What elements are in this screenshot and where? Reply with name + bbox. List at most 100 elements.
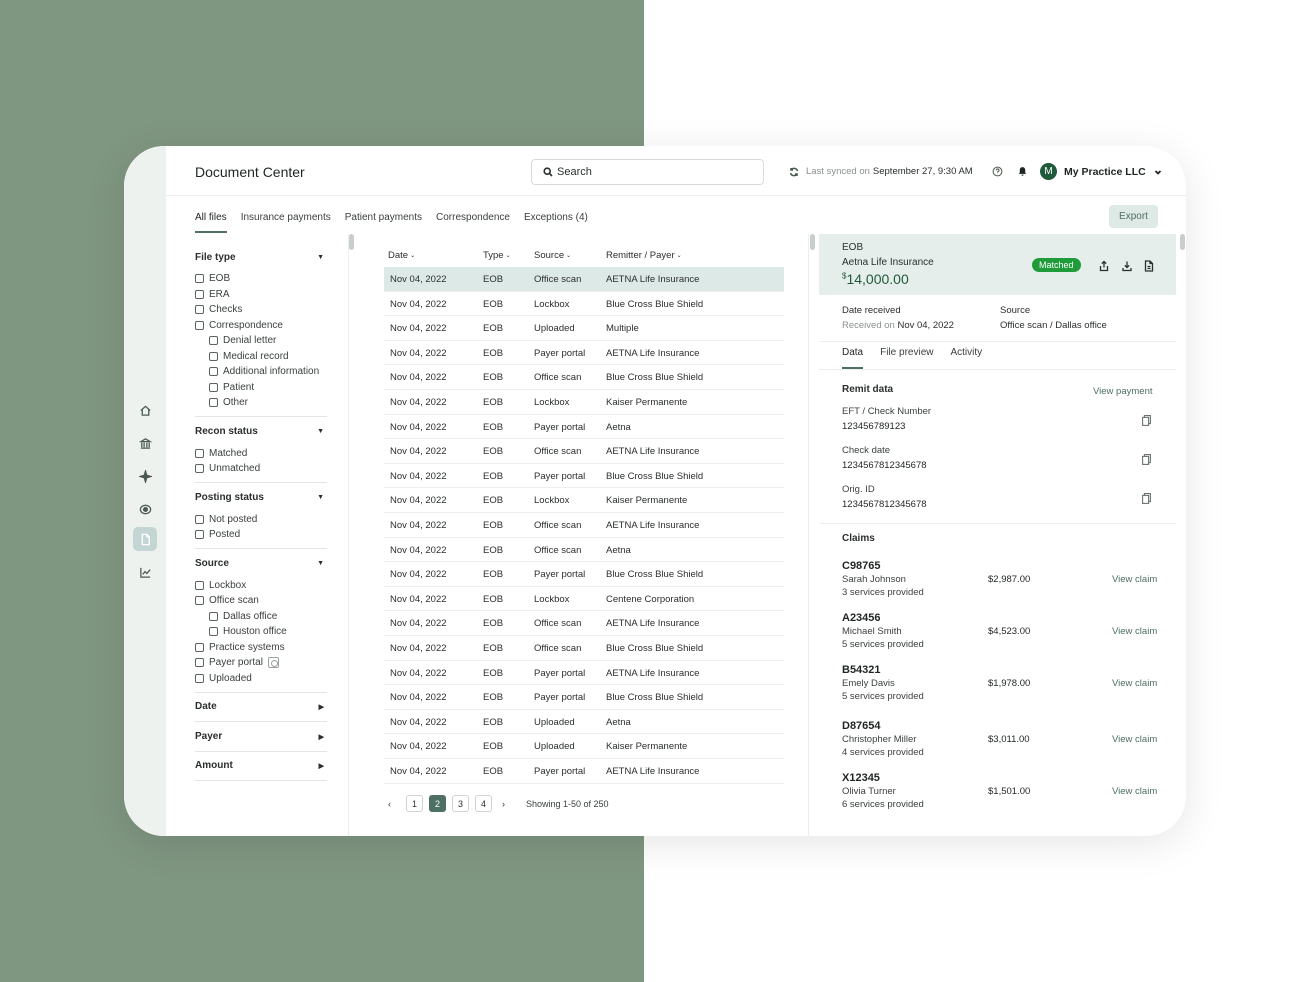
download-icon[interactable] — [1121, 259, 1133, 272]
table-row[interactable]: Nov 04, 2022 EOB Office scan AETNA Life Ins… — [384, 439, 784, 464]
column-header-source[interactable]: Source ⌄ — [534, 250, 571, 261]
eye-icon[interactable] — [133, 497, 157, 521]
checkbox[interactable] — [195, 673, 204, 683]
filter-checkbox-medical-record[interactable]: Medical record — [209, 351, 289, 362]
filter-date-header[interactable]: Date ▶ — [195, 701, 327, 712]
table-row[interactable]: Nov 04, 2022 EOB Lockbox Centene Corporatio… — [384, 587, 784, 612]
bell-icon[interactable] — [1016, 165, 1028, 177]
export-button[interactable]: Export — [1109, 205, 1158, 228]
filter-checkbox-checks[interactable]: Checks — [195, 304, 242, 315]
checkbox[interactable] — [209, 398, 218, 407]
filter-checkbox-eob[interactable]: EOB — [195, 273, 230, 284]
checkbox[interactable] — [209, 367, 218, 376]
checkbox[interactable] — [195, 530, 204, 539]
tab-data[interactable]: Data — [842, 347, 864, 369]
file-icon[interactable] — [1143, 259, 1155, 272]
tab-activity[interactable]: Activity — [950, 347, 982, 369]
filter-checkbox-denial-letter[interactable]: Denial letter — [209, 335, 276, 346]
checkbox[interactable] — [195, 514, 204, 524]
page-button-current[interactable]: 2 — [429, 795, 446, 812]
checkbox[interactable] — [209, 627, 218, 636]
document-icon[interactable] — [133, 527, 157, 551]
copy-icon[interactable] — [1142, 413, 1151, 426]
table-row[interactable]: Nov 04, 2022 EOB Payer portal AETNA Life In… — [384, 661, 784, 686]
tab-file-preview[interactable]: File preview — [880, 347, 933, 369]
search-input[interactable]: Search — [531, 159, 764, 185]
table-row[interactable]: Nov 04, 2022 EOB Office scan Blue Cross Blu… — [384, 365, 784, 390]
filter-checkbox-not-posted[interactable]: Not posted — [195, 514, 257, 525]
table-row[interactable]: Nov 04, 2022 EOB Payer portal Blue Cross Bl… — [384, 562, 784, 587]
checkbox[interactable] — [195, 596, 204, 605]
filter-posting-header[interactable]: Posting status ▼ — [195, 492, 327, 503]
tab-patient-payments[interactable]: Patient payments — [345, 205, 422, 233]
filter-checkbox-additional-information[interactable]: Additional information — [209, 366, 319, 377]
view-claim-link[interactable]: View claim — [1112, 678, 1157, 689]
checkbox[interactable] — [195, 642, 204, 652]
filter-checkbox-correspondence[interactable]: Correspondence — [195, 320, 283, 331]
table-row[interactable]: Nov 04, 2022 EOB Office scan AETNA Life Ins… — [384, 267, 784, 292]
tab-correspondence[interactable]: Correspondence — [436, 205, 510, 233]
checkbox[interactable] — [209, 611, 218, 621]
filter-checkbox-era[interactable]: ERA — [195, 289, 230, 300]
view-claim-link[interactable]: View claim — [1112, 786, 1157, 797]
view-claim-link[interactable]: View claim — [1112, 574, 1157, 585]
copy-icon[interactable] — [1142, 491, 1151, 504]
table-row[interactable]: Nov 04, 2022 EOB Lockbox Kaiser Permanente — [384, 390, 784, 415]
table-scrollbar[interactable] — [810, 234, 815, 250]
checkbox[interactable] — [209, 351, 218, 361]
filter-source-header[interactable]: Source ▼ — [195, 558, 327, 569]
bank-icon[interactable] — [133, 431, 157, 455]
page-button[interactable]: 1 — [406, 795, 423, 812]
checkbox[interactable] — [209, 336, 218, 345]
table-row[interactable]: Nov 04, 2022 EOB Office scan Aetna — [384, 538, 784, 563]
filter-checkbox-lockbox[interactable]: Lockbox — [195, 580, 246, 591]
filter-amount-header[interactable]: Amount ▶ — [195, 760, 327, 771]
filter-checkbox-unmatched[interactable]: Unmatched — [195, 463, 260, 474]
table-row[interactable]: Nov 04, 2022 EOB Uploaded Aetna — [384, 710, 784, 735]
filter-checkbox-patient[interactable]: Patient — [209, 382, 254, 393]
checkbox[interactable] — [195, 658, 204, 667]
checkbox[interactable] — [195, 580, 204, 590]
share-icon[interactable] — [1098, 259, 1110, 272]
filter-checkbox-dallas-office[interactable]: Dallas office — [209, 611, 277, 622]
checkbox[interactable] — [195, 448, 204, 458]
view-claim-link[interactable]: View claim — [1112, 734, 1157, 745]
filter-checkbox-houston-office[interactable]: Houston office — [209, 626, 287, 637]
help-icon[interactable] — [991, 165, 1003, 177]
filter-checkbox-practice-systems[interactable]: Practice systems — [195, 642, 285, 653]
checkbox[interactable] — [195, 289, 204, 299]
page-button[interactable]: 3 — [452, 795, 469, 812]
filter-checkbox-office-scan[interactable]: Office scan — [195, 595, 259, 606]
filters-scrollbar[interactable] — [349, 234, 354, 250]
chart-icon[interactable] — [133, 560, 157, 584]
table-row[interactable]: Nov 04, 2022 EOB Payer portal Blue Cross Bl… — [384, 464, 784, 489]
filter-recon-header[interactable]: Recon status ▼ — [195, 426, 327, 437]
table-row[interactable]: Nov 04, 2022 EOB Uploaded Kaiser Permanente — [384, 734, 784, 759]
view-claim-link[interactable]: View claim — [1112, 626, 1157, 637]
avatar[interactable]: M — [1040, 163, 1057, 180]
table-row[interactable]: Nov 04, 2022 EOB Lockbox Blue Cross Blue Sh… — [384, 292, 784, 317]
tab-exceptions[interactable]: Exceptions (4) — [524, 205, 588, 233]
table-row[interactable]: Nov 04, 2022 EOB Payer portal AETNA Life In… — [384, 341, 784, 366]
tab-insurance-payments[interactable]: Insurance payments — [241, 205, 331, 233]
filter-checkbox-matched[interactable]: Matched — [195, 448, 247, 459]
prev-page-button[interactable]: ‹ — [388, 799, 398, 809]
column-header-date[interactable]: Date ⌄ — [388, 250, 415, 261]
sparkle-icon[interactable] — [133, 464, 157, 488]
table-row[interactable]: Nov 04, 2022 EOB Payer portal Blue Cross Bl… — [384, 685, 784, 710]
copy-icon[interactable] — [1142, 452, 1151, 465]
table-row[interactable]: Nov 04, 2022 EOB Office scan AETNA Life Ins… — [384, 611, 784, 636]
table-row[interactable]: Nov 04, 2022 EOB Office scan AETNA Life Ins… — [384, 513, 784, 538]
filter-file-type-header[interactable]: File type ▼ — [195, 252, 327, 263]
filter-payer-header[interactable]: Payer ▶ — [195, 731, 327, 742]
filter-checkbox-other[interactable]: Other — [209, 397, 248, 408]
checkbox[interactable] — [195, 464, 204, 473]
org-switcher[interactable]: My Practice LLC — [1064, 166, 1162, 178]
filter-checkbox-payer-portal[interactable]: Payer portal — [195, 657, 279, 668]
next-page-button[interactable]: › — [502, 799, 512, 809]
checkbox[interactable] — [195, 274, 204, 283]
table-row[interactable]: Nov 04, 2022 EOB Office scan Blue Cross Blu… — [384, 636, 784, 661]
checkbox[interactable] — [195, 305, 204, 314]
table-row[interactable]: Nov 04, 2022 EOB Uploaded Multiple — [384, 316, 784, 341]
checkbox[interactable] — [209, 382, 218, 392]
